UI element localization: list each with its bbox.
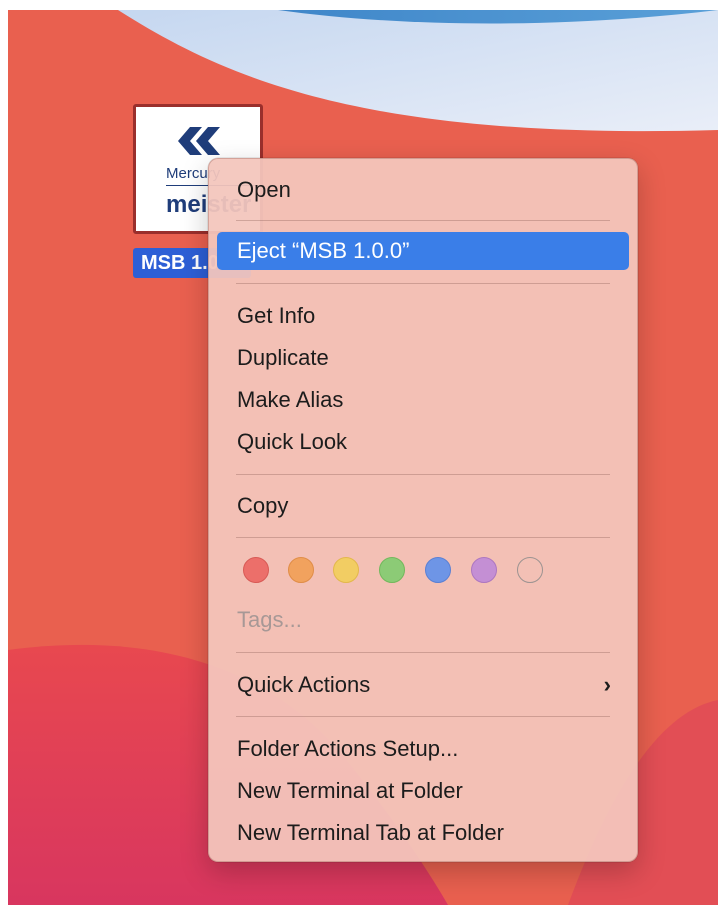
menu-separator — [236, 283, 610, 284]
desktop: Mercury meister MSB 1.0.0 Open Eject “MS… — [8, 10, 718, 905]
menu-item-make-alias[interactable]: Make Alias — [217, 381, 629, 419]
menu-item-eject[interactable]: Eject “MSB 1.0.0” — [217, 232, 629, 270]
chevron-right-icon: › — [603, 672, 611, 697]
menu-separator — [236, 537, 610, 538]
menu-separator — [236, 716, 610, 717]
menu-item-quick-actions-label: Quick Actions — [237, 672, 371, 697]
tag-orange-icon[interactable] — [288, 557, 314, 583]
menu-item-duplicate[interactable]: Duplicate — [217, 339, 629, 377]
tag-yellow-icon[interactable] — [333, 557, 359, 583]
tag-red-icon[interactable] — [243, 557, 269, 583]
menu-item-new-terminal[interactable]: New Terminal at Folder — [217, 772, 629, 810]
menu-item-copy[interactable]: Copy — [217, 487, 629, 525]
menu-item-open[interactable]: Open — [217, 171, 629, 209]
menu-item-new-terminal-tab[interactable]: New Terminal Tab at Folder — [217, 814, 629, 852]
menu-item-get-info[interactable]: Get Info — [217, 297, 629, 335]
brand-logo-icon — [178, 127, 220, 155]
menu-separator — [236, 652, 610, 653]
menu-separator — [236, 220, 610, 221]
tag-none-icon[interactable] — [517, 557, 543, 583]
tag-green-icon[interactable] — [379, 557, 405, 583]
menu-item-tags[interactable]: Tags... — [217, 601, 629, 639]
context-menu: Open Eject “MSB 1.0.0” Get Info Duplicat… — [208, 158, 638, 862]
menu-item-folder-actions-setup[interactable]: Folder Actions Setup... — [217, 730, 629, 768]
tag-purple-icon[interactable] — [471, 557, 497, 583]
menu-separator — [236, 474, 610, 475]
menu-item-quick-actions[interactable]: Quick Actions › — [217, 666, 629, 704]
tag-blue-icon[interactable] — [425, 557, 451, 583]
menu-item-quick-look[interactable]: Quick Look — [217, 423, 629, 461]
